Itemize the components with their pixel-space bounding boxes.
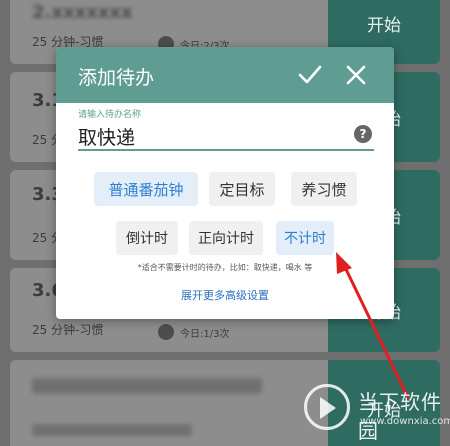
timer-countup-chip[interactable]: 正向计时 [189, 221, 263, 255]
check-icon[interactable] [296, 61, 324, 89]
mode-goal-chip[interactable]: 定目标 [209, 172, 275, 206]
item-meta: 25 分钟-习惯 [32, 323, 104, 337]
dialog-header: 添加待办 [56, 47, 394, 103]
todo-name-placeholder: 请输入待办名称 [78, 110, 142, 120]
timer-none-chip[interactable]: 不计时 [276, 221, 334, 255]
mode-pomodoro-chip[interactable]: 普通番茄钟 [94, 172, 198, 206]
add-todo-dialog: 添加待办 请输入待办名称 取快递 ? 普通番茄钟 定目标 养习惯 倒计时 正向计… [56, 47, 394, 319]
advanced-settings-link[interactable]: 展开更多高级设置 [56, 287, 394, 303]
watermark-logo-icon [304, 384, 350, 430]
item-title: 2.xxxxxxx [32, 2, 133, 23]
item-today: 今日:1/3次 [158, 324, 229, 340]
todo-name-field[interactable]: 请输入待办名称 取快递 ? [78, 107, 374, 151]
progress-icon [158, 324, 174, 340]
todo-name-value[interactable]: 取快递 [78, 123, 135, 150]
watermark-url: www.downxia.com [360, 416, 450, 427]
watermark-name: 当下软件园 [358, 390, 442, 443]
watermark: 当下软件园 www.downxia.com [304, 380, 450, 443]
dialog-title: 添加待办 [78, 67, 155, 89]
item-meta [32, 424, 192, 436]
close-icon[interactable] [342, 61, 370, 89]
item-title [32, 378, 262, 394]
help-icon[interactable]: ? [354, 125, 372, 143]
mode-habit-chip[interactable]: 养习惯 [291, 172, 357, 206]
timer-note: *适合不需要计时的待办，比如：取快递，喝水 等 [137, 263, 313, 272]
timer-countdown-chip[interactable]: 倒计时 [116, 221, 178, 255]
